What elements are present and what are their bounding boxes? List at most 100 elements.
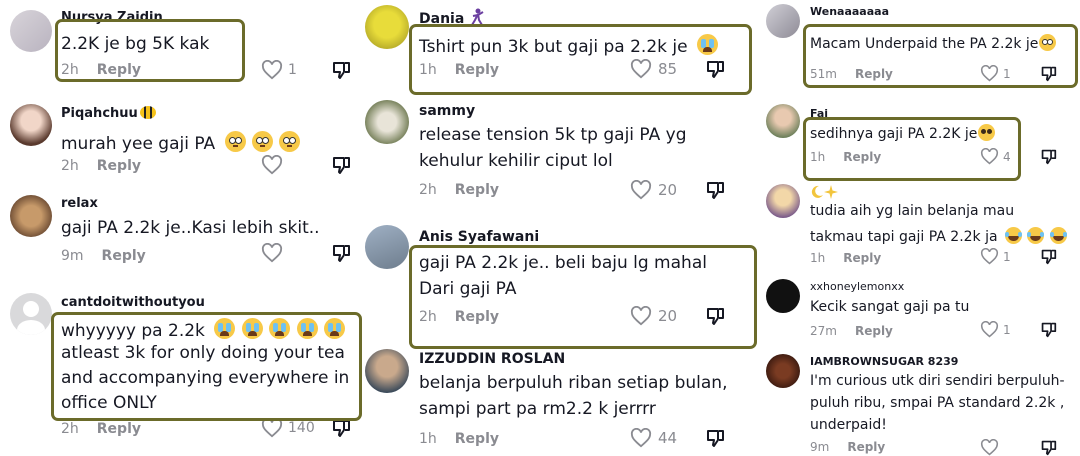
comment-meta: 2h Reply — [61, 421, 141, 437]
like-button[interactable] — [980, 439, 999, 456]
comment-item: IZZUDDIN ROSLAN belanja berpuluh riban s… — [360, 346, 750, 450]
comment-item: Dania Tshirt pun 3k but gaji pa 2.2k je … — [360, 0, 752, 95]
heart-outline-icon — [261, 155, 283, 175]
avatar[interactable] — [10, 10, 52, 52]
comment-item: xxhoneylemonxx Kecik sangat gaji pa tu 2… — [760, 275, 1080, 345]
comment-column-3: Wenaaaaaaa Macam Underpaid the PA 2.2k j… — [760, 0, 1080, 456]
avatar[interactable] — [766, 4, 800, 38]
comment-username[interactable]: Wenaaaaaaa — [810, 5, 889, 18]
comment-meta: 9m Reply — [61, 248, 146, 264]
highlight-box — [51, 312, 362, 421]
laughing-tears-emoji — [1049, 227, 1067, 244]
heart-outline-icon — [980, 321, 999, 338]
like-count: 1 — [1003, 322, 1011, 337]
comment-time: 1h — [810, 251, 826, 265]
thumb-down-icon[interactable] — [705, 428, 725, 448]
heart-outline-icon — [261, 418, 283, 438]
like-button[interactable]: 140 — [261, 418, 315, 438]
reply-button[interactable]: Reply — [97, 158, 141, 174]
like-button[interactable]: 1 — [980, 248, 1011, 265]
comment-username[interactable]: sammy — [419, 103, 475, 119]
like-button[interactable]: 20 — [630, 180, 677, 200]
comment-time: 2h — [61, 158, 79, 174]
comment-text-line: kehulur kehilir ciput lol — [419, 151, 613, 171]
avatar[interactable] — [10, 104, 52, 146]
comment-username[interactable]: IZZUDDIN ROSLAN — [419, 351, 565, 367]
reply-button[interactable]: Reply — [97, 421, 141, 437]
comment-time: 9m — [810, 440, 830, 454]
comment-column-1: Nursya Zaidin 2.2K je bg 5K kak 2h Reply … — [0, 0, 362, 450]
thumb-down-icon[interactable] — [1040, 248, 1057, 265]
comment-username[interactable]: cantdoitwithoutyou — [61, 295, 205, 310]
reply-button[interactable]: Reply — [843, 251, 881, 265]
comment-text: murah yee gaji PA — [61, 131, 301, 154]
comment-text: I'm curious utk diri sendiri berpuluh- — [810, 373, 1065, 389]
comment-item: Wenaaaaaaa Macam Underpaid the PA 2.2k j… — [760, 0, 1080, 90]
avatar[interactable] — [766, 279, 800, 313]
avatar[interactable] — [766, 104, 800, 138]
avatar[interactable] — [365, 225, 409, 269]
comment-username[interactable] — [810, 185, 838, 200]
like-button[interactable]: 44 — [630, 428, 677, 448]
comment-meta: 2h Reply — [419, 182, 499, 198]
highlight-box — [409, 24, 752, 95]
thumb-down-icon[interactable] — [331, 155, 351, 175]
like-count: 44 — [658, 429, 678, 447]
heart-outline-icon — [630, 428, 652, 448]
comment-item: Nursya Zaidin 2.2K je bg 5K kak 2h Reply … — [0, 0, 360, 90]
heart-outline-icon — [261, 60, 283, 80]
reply-button[interactable]: Reply — [855, 324, 893, 338]
thumb-down-icon[interactable] — [1040, 148, 1057, 165]
avatar[interactable] — [10, 195, 52, 237]
avatar[interactable] — [365, 5, 409, 49]
like-button[interactable] — [261, 155, 283, 175]
comment-username[interactable]: relax — [61, 196, 98, 211]
avatar[interactable] — [766, 184, 800, 218]
highlight-box — [803, 24, 1078, 88]
comment-text-line: puluh ribu, smpai PA standard 2.2k , — [810, 395, 1065, 411]
avatar[interactable] — [10, 293, 52, 335]
like-button[interactable]: 1 — [261, 60, 297, 80]
comment-column-2: Dania Tshirt pun 3k but gaji pa 2.2k je … — [360, 0, 757, 450]
comment-item: cantdoitwithoutyou whyyyyy pa 2.2k atlea… — [0, 290, 362, 450]
like-button[interactable]: 1 — [980, 321, 1011, 338]
comment-time: 2h — [61, 421, 79, 437]
comment-text: Kecik sangat gaji pa tu — [810, 299, 970, 315]
thumb-down-icon[interactable] — [331, 60, 351, 80]
thumb-down-icon[interactable] — [331, 243, 351, 263]
flushed-emoji — [251, 131, 273, 152]
moon-emoji — [811, 185, 823, 198]
highlight-box — [409, 245, 757, 349]
comment-meta: 9m Reply — [810, 440, 885, 454]
comment-username[interactable]: Anis Syafawani — [419, 229, 539, 245]
comment-item: Piqahchuu murah yee gaji PA 2h Reply — [0, 95, 360, 180]
comment-item: IAMBROWNSUGAR 8239 I'm curious utk diri … — [760, 350, 1080, 456]
avatar[interactable] — [766, 354, 800, 388]
comment-text-line: sampi part pa rm2.2 k jerrrr — [419, 399, 656, 419]
comment-username[interactable]: xxhoneylemonxx — [810, 280, 904, 293]
thumb-down-icon[interactable] — [331, 418, 351, 438]
comment-username[interactable]: Piqahchuu — [61, 106, 156, 121]
thumb-down-icon[interactable] — [1040, 321, 1057, 338]
avatar[interactable] — [365, 100, 409, 144]
like-button[interactable] — [261, 243, 283, 263]
heart-outline-icon — [980, 439, 999, 456]
reply-button[interactable]: Reply — [455, 182, 499, 198]
comment-username[interactable]: IAMBROWNSUGAR 8239 — [810, 355, 958, 368]
like-count: 140 — [288, 420, 315, 436]
reply-button[interactable]: Reply — [455, 431, 499, 447]
comment-text: tudia aih yg lain belanja mau — [810, 203, 1015, 219]
reply-button[interactable]: Reply — [847, 440, 885, 454]
heart-outline-icon — [261, 243, 283, 263]
laughing-tears-emoji — [1027, 227, 1045, 244]
comment-text-line: takmau tapi gaji PA 2.2k ja — [810, 227, 1067, 245]
thumb-down-icon[interactable] — [1040, 439, 1057, 456]
heart-outline-icon — [980, 248, 999, 265]
heart-outline-icon — [630, 180, 652, 200]
avatar[interactable] — [365, 349, 409, 393]
thumb-down-icon[interactable] — [705, 180, 725, 200]
comment-item: sammy release tension 5k tp gaji PA yg k… — [360, 98, 750, 208]
comment-time: 9m — [61, 248, 84, 264]
comment-meta: 1h Reply — [419, 431, 499, 447]
reply-button[interactable]: Reply — [102, 248, 146, 264]
